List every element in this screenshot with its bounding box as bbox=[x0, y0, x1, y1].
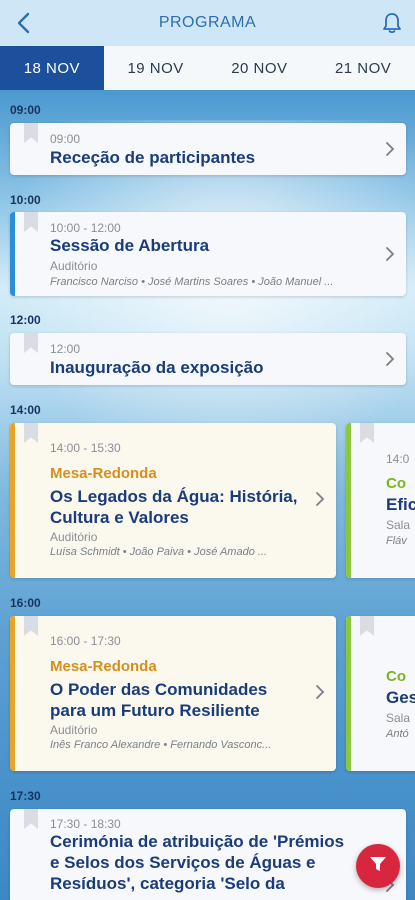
session-location: Sala bbox=[386, 711, 411, 725]
session-type: Mesa-Redonda bbox=[50, 465, 157, 482]
session-card[interactable]: 14:00 - 15:30 Mesa-Redonda Os Legados da… bbox=[10, 423, 336, 578]
session-title: Os Legados da Água: História, Cultura e V… bbox=[50, 487, 298, 527]
card-stripe bbox=[10, 423, 15, 578]
session-type: Co bbox=[386, 475, 406, 492]
bookmark-icon[interactable] bbox=[360, 616, 374, 636]
bookmark-icon[interactable] bbox=[360, 423, 374, 443]
session-card[interactable]: 12:00 Inauguração da exposição bbox=[10, 333, 406, 385]
card-stripe bbox=[346, 423, 351, 578]
session-time: 10:00 - 12:00 bbox=[50, 221, 121, 235]
session-title: Ges bbox=[386, 688, 415, 707]
time-label: 10:00 bbox=[10, 193, 41, 207]
session-speakers: Antó bbox=[386, 728, 409, 740]
session-time: 09:00 bbox=[50, 132, 81, 146]
day-tabs: 18 NOV 19 NOV 20 NOV 21 NOV bbox=[0, 46, 415, 90]
bell-icon[interactable] bbox=[379, 10, 405, 36]
chevron-right-icon bbox=[384, 351, 396, 367]
session-title: Receção de participantes bbox=[50, 148, 256, 167]
session-card[interactable]: 10:00 - 12:00 Sessão de Abertura Auditór… bbox=[10, 212, 406, 296]
tab-18-nov[interactable]: 18 NOV bbox=[0, 46, 104, 90]
chevron-right-icon bbox=[384, 246, 396, 262]
session-type: Mesa-Redonda bbox=[50, 658, 157, 675]
session-time: 14:00 - 15:30 bbox=[50, 441, 121, 455]
session-card[interactable]: 16:00 - 17:30 Mesa-Redonda O Poder das C… bbox=[10, 616, 336, 771]
chevron-right-icon bbox=[314, 684, 326, 700]
session-card[interactable]: 09:00 Receção de participantes bbox=[10, 123, 406, 175]
card-stripe bbox=[346, 616, 351, 771]
bookmark-icon[interactable] bbox=[24, 123, 38, 143]
session-card[interactable]: 17:30 - 18:30 Cerimónia de atribuição de… bbox=[10, 809, 406, 900]
session-speakers: Luísa Schmidt • João Paiva • José Amado … bbox=[50, 546, 268, 558]
session-location: Auditório bbox=[50, 259, 98, 273]
session-card-peek[interactable]: Co Ges Sala Antó bbox=[346, 616, 415, 771]
app-header: PROGRAMA bbox=[0, 0, 415, 46]
session-time: 14:0 bbox=[386, 452, 410, 466]
chevron-left-icon[interactable] bbox=[12, 10, 38, 36]
session-time: 17:30 - 18:30 bbox=[50, 817, 121, 831]
card-stripe bbox=[10, 212, 15, 296]
session-speakers: Inês Franco Alexandre • Fernando Vasconc… bbox=[50, 739, 272, 751]
session-title: Inauguração da exposição bbox=[50, 358, 264, 377]
session-speakers: Fláv bbox=[386, 535, 407, 547]
tab-20-nov[interactable]: 20 NOV bbox=[208, 46, 312, 90]
time-label: 16:00 bbox=[10, 596, 41, 610]
tab-19-nov[interactable]: 19 NOV bbox=[104, 46, 208, 90]
session-location: Sala bbox=[386, 518, 411, 532]
filter-icon bbox=[368, 854, 388, 879]
session-time: 12:00 bbox=[50, 342, 81, 356]
bookmark-icon[interactable] bbox=[24, 423, 38, 443]
time-label: 17:30 bbox=[10, 789, 41, 803]
page-title: PROGRAMA bbox=[158, 14, 257, 31]
session-speakers: Francisco Narciso • José Martins Soares … bbox=[50, 276, 334, 288]
session-title: Cerimónia de atribuição de 'Prémios e Sel… bbox=[50, 832, 345, 893]
chevron-right-icon bbox=[314, 491, 326, 507]
session-title: Sessão de Abertura bbox=[50, 236, 210, 255]
session-card-peek[interactable]: 14:0 Co Efic Sala Fláv bbox=[346, 423, 415, 578]
session-type: Co bbox=[386, 668, 406, 685]
card-stripe bbox=[10, 616, 15, 771]
session-time: 16:00 - 17:30 bbox=[50, 634, 121, 648]
chevron-right-icon bbox=[384, 141, 396, 157]
session-location: Auditório bbox=[50, 723, 98, 737]
bookmark-icon[interactable] bbox=[24, 616, 38, 636]
filter-button[interactable] bbox=[356, 844, 400, 888]
time-label: 12:00 bbox=[10, 313, 41, 327]
tab-21-nov[interactable]: 21 NOV bbox=[311, 46, 415, 90]
session-title: O Poder das Comunidades para um Futuro Re… bbox=[50, 680, 268, 720]
session-location: Auditório bbox=[50, 530, 98, 544]
bookmark-icon[interactable] bbox=[24, 212, 38, 232]
bookmark-icon[interactable] bbox=[24, 809, 38, 829]
session-title: Efic bbox=[386, 495, 415, 514]
time-label: 14:00 bbox=[10, 403, 41, 417]
bookmark-icon[interactable] bbox=[24, 333, 38, 353]
time-label: 09:00 bbox=[10, 103, 41, 117]
